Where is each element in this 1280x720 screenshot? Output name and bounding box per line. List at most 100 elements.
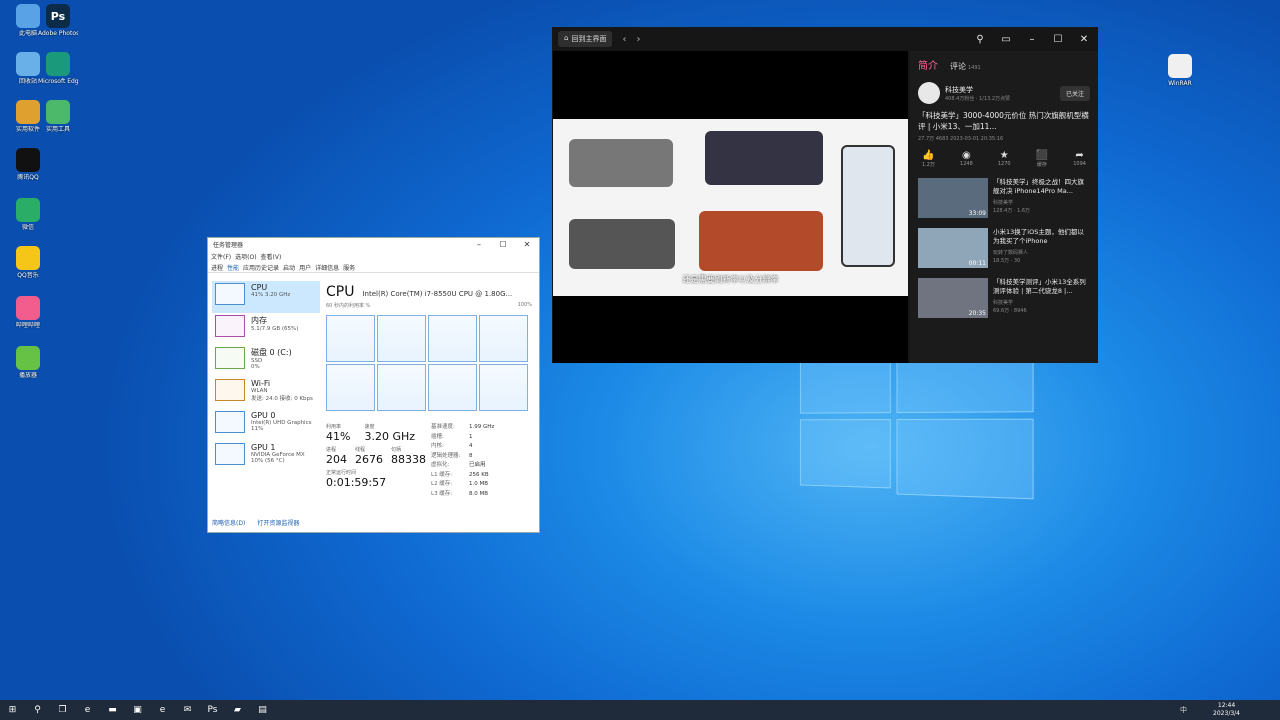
explorer-icon[interactable]: ▬ <box>100 700 125 720</box>
share-icon: ➦ <box>1075 150 1083 161</box>
follow-button[interactable]: 已关注 <box>1060 86 1090 101</box>
action-bar: 👍 1.2万 ◉ 1248 ★ 1270 ⬛ 缓存 ➦ 1094 <box>918 150 1090 168</box>
menu-view[interactable]: 查看(V) <box>261 252 282 261</box>
pin-icon[interactable]: ⚲ <box>972 34 988 45</box>
resource-gpu1[interactable]: GPU 1 NVIDIA GeForce MX 10% (56 °C) <box>212 441 320 473</box>
system-tray[interactable]: 中 <box>1180 705 1190 715</box>
cpu-detail-row: L2 缓存: 1.0 MB <box>431 480 494 490</box>
tab-comments[interactable]: 评论 <box>950 61 966 72</box>
desktop-icon-edge[interactable]: Microsoft Edge <box>38 52 78 85</box>
like-button[interactable]: 👍 1.2万 <box>922 150 935 168</box>
photoshop-icon[interactable]: Ps <box>200 700 225 720</box>
recommend-item[interactable]: 00:11 小米13换了iOS主题，他们都以为我买了个iPhone 玩转了数码狮人 1… <box>918 228 1090 268</box>
resource-sub2: 发送: 24.0 接收: 0 Kbps <box>251 394 313 402</box>
desktop-icon-bilibili[interactable]: 哔哩哔哩 <box>8 296 48 329</box>
clock[interactable]: 12:44 2023/3/4 <box>1213 702 1240 718</box>
minimize-button[interactable]: – <box>467 240 491 249</box>
tab-app-history[interactable]: 应用历史记录 <box>243 263 279 272</box>
home-icon: ⌂ <box>564 34 568 44</box>
desktop-icon-player[interactable]: 播放器 <box>8 346 48 379</box>
tab-details[interactable]: 详细信息 <box>315 263 339 272</box>
recommend-author: 科技美学 <box>993 199 1090 206</box>
resource-wifi[interactable]: Wi-Fi WLAN 发送: 24.0 接收: 0 Kbps <box>212 377 320 409</box>
speed-value: 3.20 GHz <box>364 430 415 443</box>
bilibili-icon[interactable]: ▰ <box>225 700 250 720</box>
close-button[interactable]: ✕ <box>515 240 539 249</box>
edge-icon <box>46 52 70 76</box>
search-icon[interactable]: ⚲ <box>25 700 50 720</box>
detail-key: 内核: <box>431 442 469 452</box>
store-icon[interactable]: ▣ <box>125 700 150 720</box>
mini-window-icon[interactable]: ▭ <box>998 34 1014 45</box>
like-icon: 👍 <box>922 150 934 161</box>
avatar[interactable] <box>918 82 940 104</box>
player-title-bar[interactable]: ⌂ 回到主界面 ‹ › ⚲ ▭ – ☐ ✕ <box>552 27 1098 51</box>
edge-icon[interactable]: e <box>75 700 100 720</box>
comment-count: 1491 <box>968 65 981 71</box>
back-icon[interactable]: ‹ <box>622 34 626 45</box>
core-graph <box>428 315 477 362</box>
video-area[interactable]: 还是需要刷新率以及分辨率 <box>553 51 908 363</box>
minimize-icon[interactable]: – <box>1024 34 1040 45</box>
tab-startup[interactable]: 启动 <box>283 263 295 272</box>
maximize-button[interactable]: ☐ <box>491 240 515 249</box>
taskmgr-icon[interactable]: ▤ <box>250 700 275 720</box>
tab-intro[interactable]: 简介 <box>918 57 938 72</box>
fewer-details-link[interactable]: 简略信息(D) <box>212 518 245 527</box>
action-count: 1248 <box>960 161 973 167</box>
desktop-icon-label: WinRAR <box>1160 80 1200 87</box>
cpu-detail-row: 内核: 4 <box>431 442 494 452</box>
taskview-icon[interactable]: ❐ <box>50 700 75 720</box>
desktop-icon-tools[interactable]: 实用工具 <box>38 100 78 133</box>
recommend-item[interactable]: 33:09 「科技美学」终极之战！四大旗舰对决 iPhone14Pro Ma...… <box>918 178 1090 218</box>
home-button[interactable]: ⌂ 回到主界面 <box>558 31 612 47</box>
resource-monitor-link[interactable]: 打开资源监视器 <box>257 518 299 527</box>
ime-indicator[interactable]: 中 <box>1180 706 1190 714</box>
start-icon[interactable]: ⊞ <box>0 700 25 720</box>
uptime-label: 正常运行时间 <box>326 469 431 476</box>
tab-performance[interactable]: 性能 <box>227 263 239 272</box>
menu-options[interactable]: 选项(O) <box>235 252 256 261</box>
desktop-icon-label: Microsoft Edge <box>38 78 78 85</box>
desktop-icon-qqmusic[interactable]: QQ音乐 <box>8 246 48 279</box>
action-count: 缓存 <box>1036 161 1048 168</box>
resource-gpu0[interactable]: GPU 0 Intel(R) UHD Graphics 11% <box>212 409 320 441</box>
detail-value: 1.99 GHz <box>469 423 494 433</box>
resource-memory[interactable]: 内存 5.1/7.9 GB (65%) <box>212 313 320 345</box>
uploader-name[interactable]: 科技美学 <box>945 85 1010 95</box>
tab-services[interactable]: 服务 <box>343 263 355 272</box>
forward-icon[interactable]: › <box>636 34 640 45</box>
menu-file[interactable]: 文件(F) <box>211 252 231 261</box>
gpu0-thumb <box>215 411 245 433</box>
desktop-icon-photoshop[interactable]: Ps Adobe Photoshop <box>38 4 78 37</box>
video-player-window[interactable]: ⌂ 回到主界面 ‹ › ⚲ ▭ – ☐ ✕ 还是需要刷新率以及分辨率 简介 评论 … <box>552 27 1098 363</box>
title-bar[interactable]: 任务管理器 – ☐ ✕ <box>208 238 539 251</box>
maximize-icon[interactable]: ☐ <box>1050 34 1066 45</box>
tab-users[interactable]: 用户 <box>299 263 311 272</box>
edge-icon[interactable]: e <box>150 700 175 720</box>
desktop-icon-wechat[interactable]: 微信 <box>8 198 48 231</box>
windows-logo <box>800 351 1034 500</box>
resource-cpu[interactable]: CPU 41% 3.20 GHz <box>212 281 320 313</box>
detail-value: 4 <box>469 442 473 452</box>
desktop-icon-label: 哔哩哔哩 <box>8 322 48 329</box>
wechat-icon <box>16 198 40 222</box>
recycle-bin-icon <box>16 52 40 76</box>
detail-value: 8.0 MB <box>469 490 488 500</box>
favorite-button[interactable]: ⬛ 缓存 <box>1036 150 1048 168</box>
resource-name: GPU 0 <box>251 411 311 420</box>
detail-key: 逻辑处理器: <box>431 452 469 462</box>
share-button[interactable]: ➦ 1094 <box>1073 150 1086 168</box>
desktop-icon-qq[interactable]: 腾讯QQ <box>8 148 48 181</box>
coin-button[interactable]: ◉ 1248 <box>960 150 973 168</box>
thumbnail: 20:35 <box>918 278 988 318</box>
close-icon[interactable]: ✕ <box>1076 34 1092 45</box>
resource-disk[interactable]: 磁盘 0 (C:) SSD 0% <box>212 345 320 377</box>
task-manager-window[interactable]: 任务管理器 – ☐ ✕ 文件(F) 选项(O) 查看(V) 进程 性能 应用历史… <box>207 237 540 533</box>
photoshop-icon: Ps <box>46 4 70 28</box>
tab-processes[interactable]: 进程 <box>211 263 223 272</box>
wechat-icon[interactable]: ✉ <box>175 700 200 720</box>
desktop-icon-file[interactable]: WinRAR <box>1160 54 1200 87</box>
recommend-item[interactable]: 20:35 「科技美学测评」小米13全系列测评体验 | 第二代骁龙8 |... 科技… <box>918 278 1090 318</box>
star-button[interactable]: ★ 1270 <box>998 150 1011 168</box>
